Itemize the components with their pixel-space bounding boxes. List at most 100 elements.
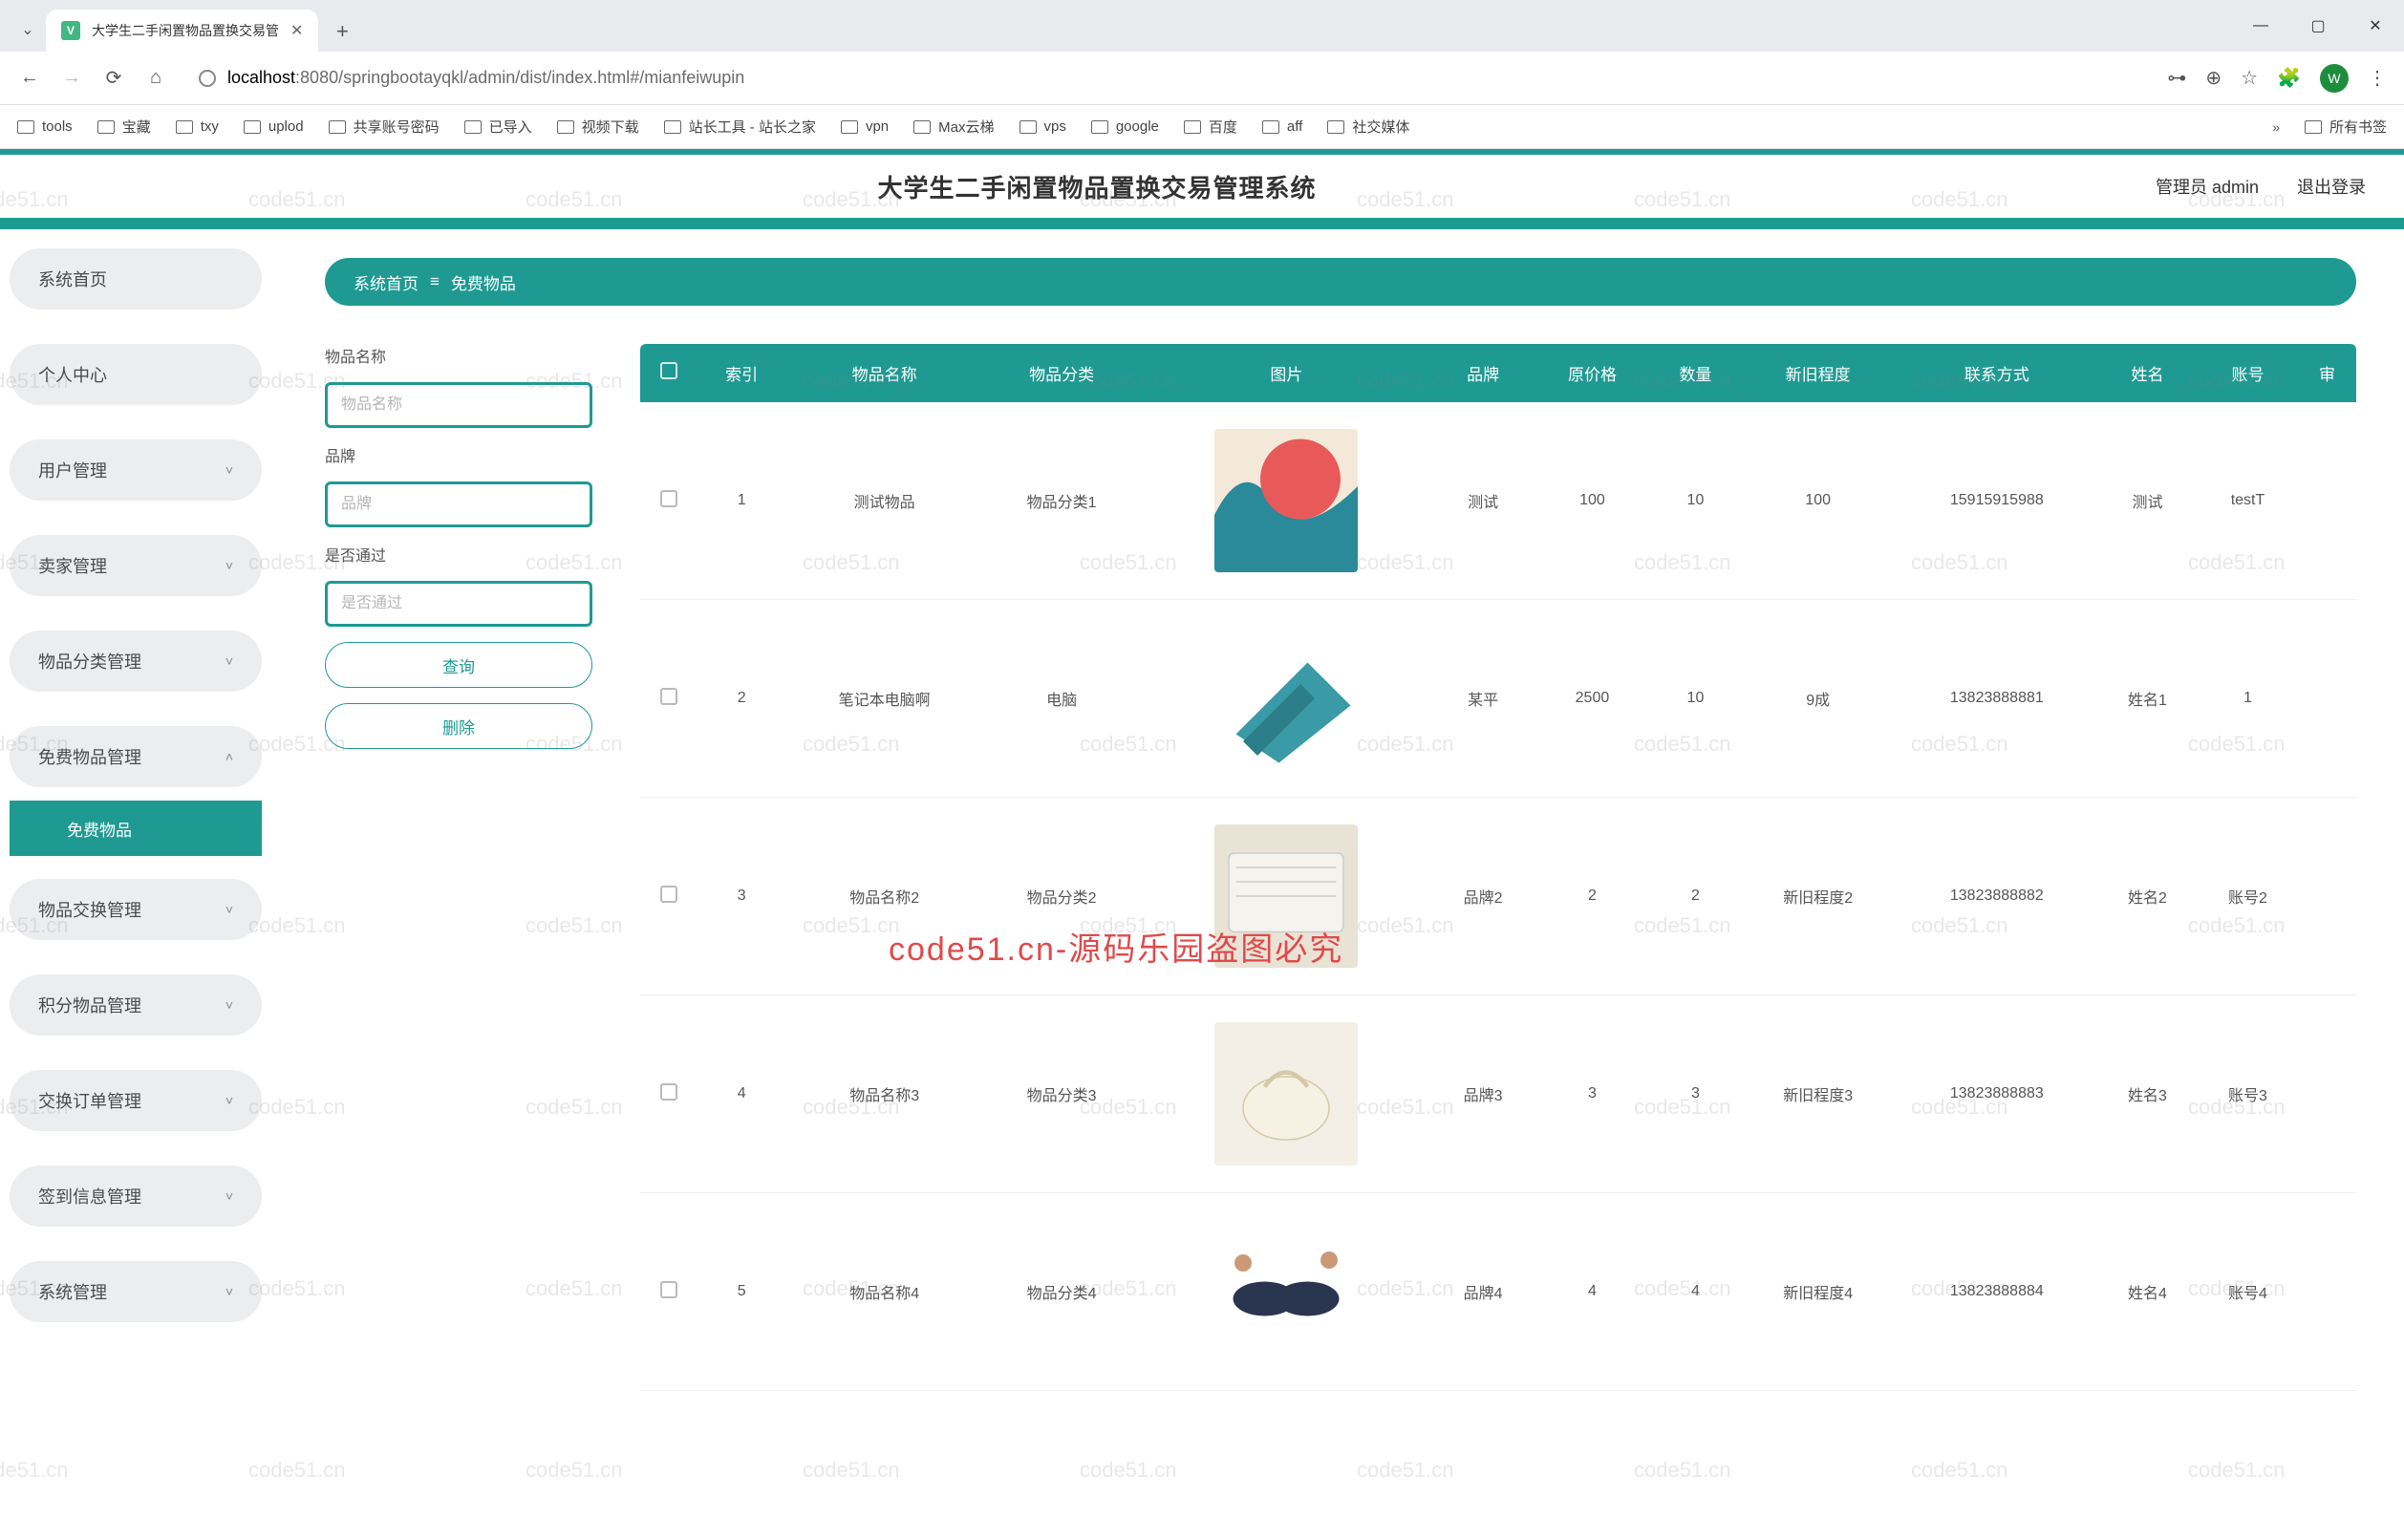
sidebar-item[interactable]: 系统首页 xyxy=(10,248,262,310)
data-cell: 4 xyxy=(1534,1193,1652,1391)
image-preview[interactable] xyxy=(1214,1220,1358,1363)
column-header: 物品名称 xyxy=(785,344,983,402)
extensions-icon[interactable]: 🧩 xyxy=(2277,66,2301,90)
image-preview[interactable] xyxy=(1214,429,1358,572)
data-cell xyxy=(2298,402,2356,600)
sidebar-item[interactable]: 用户管理˅ xyxy=(10,439,262,501)
bookmark-label: 宝藏 xyxy=(122,117,151,137)
bookmark-item[interactable]: tools xyxy=(17,117,73,137)
sidebar-item[interactable]: 个人中心 xyxy=(10,344,262,405)
sidebar-item-label: 物品分类管理 xyxy=(38,649,141,674)
profile-avatar[interactable]: W xyxy=(2320,64,2349,93)
reload-button[interactable]: ⟳ xyxy=(101,66,126,91)
name-input[interactable] xyxy=(325,382,592,428)
bookmark-item[interactable]: google xyxy=(1091,117,1159,137)
sidebar-item[interactable]: 交换订单管理˅ xyxy=(10,1070,262,1131)
bookmark-item[interactable]: 共享账号密码 xyxy=(329,117,440,137)
row-checkbox[interactable] xyxy=(660,1083,677,1101)
row-checkbox[interactable] xyxy=(660,886,677,903)
admin-label[interactable]: 管理员 admin xyxy=(2156,174,2259,199)
kebab-menu-icon[interactable]: ⋮ xyxy=(2368,66,2387,90)
select-all-checkbox[interactable] xyxy=(660,362,677,379)
data-cell: 13823888883 xyxy=(1897,995,2097,1193)
bookmark-star-icon[interactable]: ☆ xyxy=(2241,66,2258,90)
query-button[interactable]: 查询 xyxy=(325,642,592,688)
data-cell xyxy=(2298,600,2356,798)
close-window-button[interactable]: ✕ xyxy=(2347,0,2404,52)
sidebar-subitem[interactable]: 免费物品 xyxy=(10,801,262,856)
all-bookmarks-button[interactable]: 所有书签 xyxy=(2305,117,2387,137)
minimize-button[interactable]: — xyxy=(2232,0,2289,52)
favicon-icon: V xyxy=(61,21,80,40)
search-form: 物品名称 品牌 是否通过 查询 删除 xyxy=(325,344,592,1540)
approve-input[interactable] xyxy=(325,581,592,627)
image-preview[interactable] xyxy=(1214,824,1358,968)
sidebar-item[interactable]: 免费物品管理˄ xyxy=(10,726,262,787)
data-cell: 5 xyxy=(698,1193,785,1391)
bookmarks-overflow-icon[interactable]: » xyxy=(2272,119,2280,135)
app-title: 大学生二手闲置物品置换交易管理系统 xyxy=(38,169,2156,204)
data-cell: 姓名2 xyxy=(2097,798,2198,995)
sidebar-item[interactable]: 物品交换管理˅ xyxy=(10,879,262,940)
bookmark-item[interactable]: 站长工具 - 站长之家 xyxy=(664,117,816,137)
chevron-down-icon: ˅ xyxy=(225,653,233,669)
data-cell: 物品名称2 xyxy=(785,798,983,995)
folder-icon xyxy=(1184,120,1201,134)
close-tab-icon[interactable]: ✕ xyxy=(290,21,303,40)
chevron-down-icon: ˅ xyxy=(225,1093,233,1108)
folder-icon xyxy=(1327,120,1344,134)
bookmark-item[interactable]: uplod xyxy=(244,117,304,137)
bookmark-label: vps xyxy=(1044,118,1066,135)
row-checkbox[interactable] xyxy=(660,1281,677,1298)
bookmark-item[interactable]: Max云梯 xyxy=(913,117,994,137)
column-header: 账号 xyxy=(2198,344,2298,402)
data-cell: 物品分类2 xyxy=(983,798,1140,995)
bookmark-item[interactable]: aff xyxy=(1262,117,1302,137)
checkbox-header[interactable] xyxy=(640,344,698,402)
sidebar-item[interactable]: 系统管理˅ xyxy=(10,1261,262,1322)
delete-button[interactable]: 删除 xyxy=(325,703,592,749)
data-cell: testT xyxy=(2198,402,2298,600)
maximize-button[interactable]: ▢ xyxy=(2289,0,2347,52)
bookmark-item[interactable]: 已导入 xyxy=(464,117,532,137)
table-container[interactable]: 索引物品名称物品分类图片品牌原价格数量新旧程度联系方式姓名账号审 1测试物品物品… xyxy=(640,344,2356,1540)
bookmark-item[interactable]: 百度 xyxy=(1184,117,1237,137)
bookmark-item[interactable]: 宝藏 xyxy=(97,117,151,137)
breadcrumb-home[interactable]: 系统首页 xyxy=(354,270,419,294)
url-text: localhost:8080/springbootayqkl/admin/dis… xyxy=(227,68,744,88)
image-preview[interactable] xyxy=(1214,1022,1358,1166)
url-field[interactable]: localhost:8080/springbootayqkl/admin/dis… xyxy=(185,59,2150,97)
bookmark-label: vpn xyxy=(866,118,889,135)
brand-input[interactable] xyxy=(325,481,592,527)
back-button[interactable]: ← xyxy=(17,66,42,91)
zoom-icon[interactable]: ⊕ xyxy=(2205,66,2222,90)
bookmark-item[interactable]: txy xyxy=(176,117,219,137)
logout-link[interactable]: 退出登录 xyxy=(2297,174,2366,199)
data-cell: 账号4 xyxy=(2198,1193,2298,1391)
password-icon[interactable]: ⊶ xyxy=(2167,66,2186,90)
forward-button[interactable]: → xyxy=(59,66,84,91)
sidebar-item[interactable]: 积分物品管理˅ xyxy=(10,974,262,1036)
home-button[interactable]: ⌂ xyxy=(143,66,168,91)
sidebar-item-label: 卖家管理 xyxy=(38,553,107,578)
bookmark-item[interactable]: 社交媒体 xyxy=(1327,117,1409,137)
bookmark-item[interactable]: 视频下载 xyxy=(557,117,639,137)
row-checkbox[interactable] xyxy=(660,490,677,507)
sidebar-item-label: 物品交换管理 xyxy=(38,897,141,922)
bookmark-item[interactable]: vps xyxy=(1020,117,1066,137)
sidebar-item[interactable]: 签到信息管理˅ xyxy=(10,1166,262,1227)
site-info-icon[interactable] xyxy=(199,70,216,87)
tab-dropdown-icon[interactable]: ⌄ xyxy=(10,11,46,48)
data-cell: 2500 xyxy=(1534,600,1652,798)
column-header: 姓名 xyxy=(2097,344,2198,402)
bookmark-item[interactable]: vpn xyxy=(841,117,889,137)
folder-icon xyxy=(17,120,34,134)
row-checkbox[interactable] xyxy=(660,688,677,705)
sidebar-item[interactable]: 卖家管理˅ xyxy=(10,535,262,596)
browser-tab[interactable]: V 大学生二手闲置物品置换交易管 ✕ xyxy=(46,10,318,52)
image-preview[interactable] xyxy=(1214,627,1358,770)
new-tab-button[interactable]: + xyxy=(326,15,358,48)
sidebar-item[interactable]: 物品分类管理 ˅ xyxy=(10,631,262,692)
data-cell: 笔记本电脑啊 xyxy=(785,600,983,798)
breadcrumb-current: 免费物品 xyxy=(451,270,516,294)
